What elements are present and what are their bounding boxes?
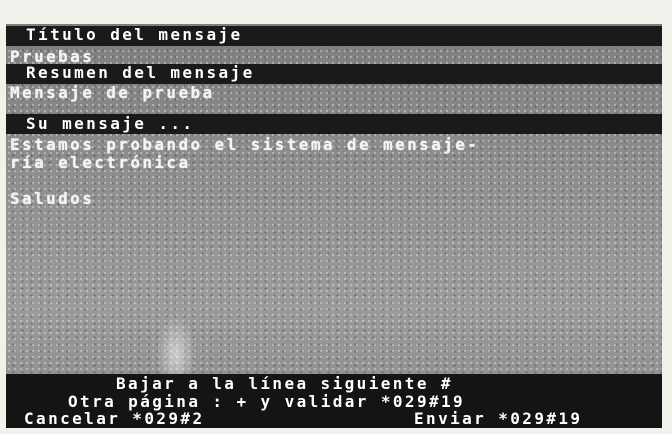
summary-label: Resumen del mensaje <box>26 63 255 82</box>
body-label: Su mensaje ... <box>26 114 195 133</box>
title-label: Título del mensaje <box>26 25 243 44</box>
body-line: Estamos probando el sistema de mensaje- <box>10 135 480 154</box>
title-label-bar: Título del mensaje <box>6 26 662 46</box>
body-line: Saludos <box>10 189 95 208</box>
body-line: ría electrónica <box>10 153 191 172</box>
cancel-command[interactable]: Cancelar *029#2 <box>24 410 205 428</box>
body-label-bar: Su mensaje ... <box>6 114 662 134</box>
send-command[interactable]: Enviar *029#19 <box>414 410 582 428</box>
summary-field[interactable]: Mensaje de prueba <box>10 84 215 102</box>
next-line-hint: Bajar a la línea siguiente # <box>116 374 453 393</box>
terminal-screen: Título del mensaje Pruebas Resumen del m… <box>6 24 662 428</box>
footer-bar: Bajar a la línea siguiente # Otra página… <box>6 374 662 428</box>
summary-label-bar: Resumen del mensaje <box>6 64 662 84</box>
